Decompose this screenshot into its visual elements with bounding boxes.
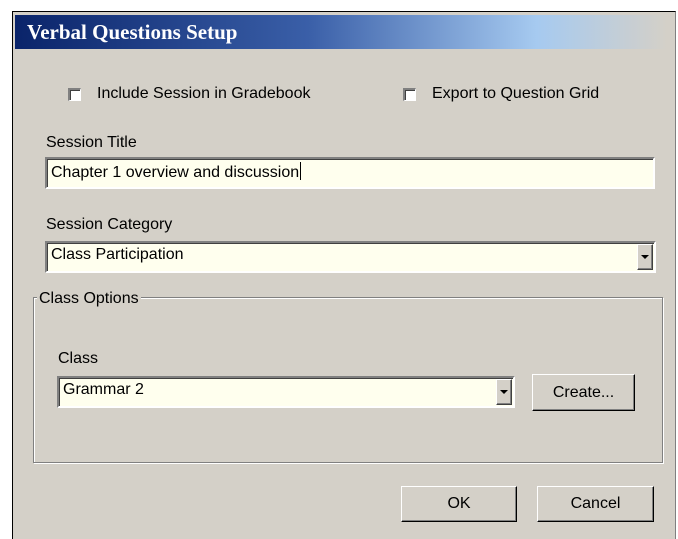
session-category-value: Class Participation <box>51 246 184 263</box>
class-options-legend: Class Options <box>37 290 141 308</box>
dialog-title: Verbal Questions Setup <box>27 20 238 44</box>
session-category-dropdown-button[interactable] <box>637 244 653 270</box>
create-class-button[interactable]: Create... <box>532 374 635 411</box>
class-select[interactable]: Grammar 2 <box>57 376 515 408</box>
export-question-grid-label: Export to Question Grid <box>432 85 600 102</box>
include-gradebook-checkbox[interactable]: Include Session in Gradebook <box>68 85 310 103</box>
chevron-down-icon <box>641 255 649 259</box>
verbal-questions-setup-dialog: Verbal Questions Setup Include Session i… <box>12 11 676 539</box>
ok-button[interactable]: OK <box>401 486 517 522</box>
session-title-input[interactable]: Chapter 1 overview and discussion <box>45 157 655 189</box>
class-dropdown-button[interactable] <box>496 379 512 405</box>
session-category-label: Session Category <box>46 216 173 233</box>
title-bar: Verbal Questions Setup <box>15 15 667 49</box>
session-title-value: Chapter 1 overview and discussion <box>51 164 300 181</box>
chevron-down-icon <box>500 390 508 394</box>
class-value: Grammar 2 <box>63 381 144 398</box>
include-gradebook-label: Include Session in Gradebook <box>97 85 311 102</box>
export-question-grid-checkbox[interactable]: Export to Question Grid <box>403 85 599 103</box>
cancel-button[interactable]: Cancel <box>537 486 654 522</box>
session-category-select[interactable]: Class Participation <box>45 241 656 273</box>
export-question-grid-checkbox-box[interactable] <box>403 87 416 101</box>
text-caret <box>300 162 302 180</box>
include-gradebook-checkbox-box[interactable] <box>68 87 81 101</box>
class-label: Class <box>58 350 99 367</box>
session-title-label: Session Title <box>46 134 137 151</box>
